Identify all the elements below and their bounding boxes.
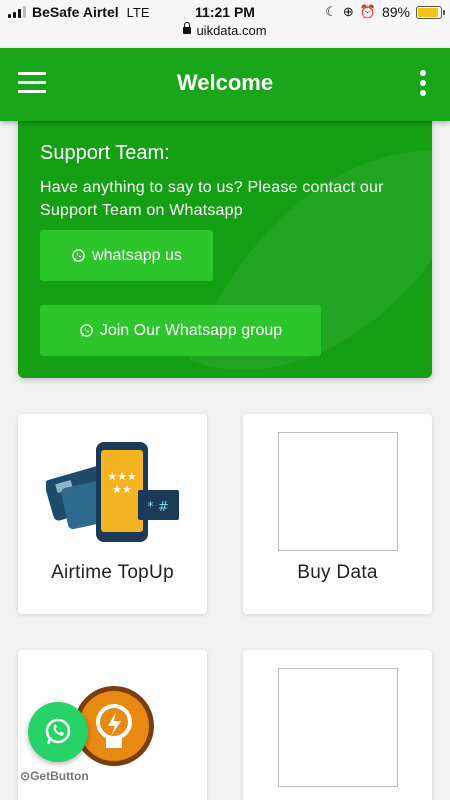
service-tile[interactable]	[243, 650, 432, 800]
support-card: Support Team: Have anything to say to us…	[18, 100, 432, 378]
moon-icon: ☾	[325, 4, 337, 19]
whatsapp-us-button[interactable]: whatsapp us	[40, 230, 213, 281]
airtime-topup-tile[interactable]: ★★★ ★★ * # Airtime TopUp	[18, 414, 207, 614]
airtime-topup-label: Airtime TopUp	[51, 562, 174, 583]
battery-fill	[418, 7, 438, 17]
alarm-icon: ⏰	[359, 4, 376, 19]
status-right: ☾ ⊕ ⏰ 89%	[325, 4, 445, 20]
support-title: Support Team:	[40, 142, 170, 164]
more-options-icon[interactable]	[418, 70, 428, 98]
whatsapp-icon	[80, 324, 93, 337]
getbutton-logo-icon: ⊙	[20, 769, 31, 783]
buy-data-tile[interactable]: Buy Data	[243, 414, 432, 614]
image-placeholder	[278, 432, 398, 551]
svg-text:★★★: ★★★	[107, 470, 137, 483]
battery-percent: 89%	[381, 4, 410, 20]
lock-icon	[183, 22, 192, 34]
battery-icon	[416, 5, 445, 19]
floating-whatsapp-button[interactable]	[28, 702, 88, 762]
status-bar: BeSafe Airtel LTE 11:21 PM uikdata.com ☾…	[0, 0, 450, 48]
getbutton-label: GetButton	[30, 769, 89, 783]
url-bar[interactable]: uikdata.com	[0, 22, 450, 38]
whatsapp-icon	[45, 718, 71, 745]
getbutton-brand[interactable]: ⊙GetButton	[20, 769, 89, 783]
page-title: Welcome	[176, 70, 274, 95]
support-text: Have anything to say to us? Please conta…	[40, 179, 384, 219]
app-header: Welcome	[0, 48, 450, 121]
svg-text:* #: * #	[147, 500, 169, 515]
buy-data-label: Buy Data	[297, 562, 378, 583]
svg-text:★★: ★★	[112, 483, 132, 496]
whatsapp-icon	[72, 249, 85, 262]
url-text: uikdata.com	[196, 23, 267, 38]
airtime-topup-icon: ★★★ ★★ * #	[46, 442, 179, 542]
join-whatsapp-group-label: Join Our Whatsapp group	[99, 321, 283, 339]
rotation-lock-icon: ⊕	[342, 4, 354, 19]
image-placeholder	[278, 668, 398, 787]
join-whatsapp-group-button[interactable]: Join Our Whatsapp group	[40, 305, 321, 356]
whatsapp-us-label: whatsapp us	[92, 246, 182, 264]
